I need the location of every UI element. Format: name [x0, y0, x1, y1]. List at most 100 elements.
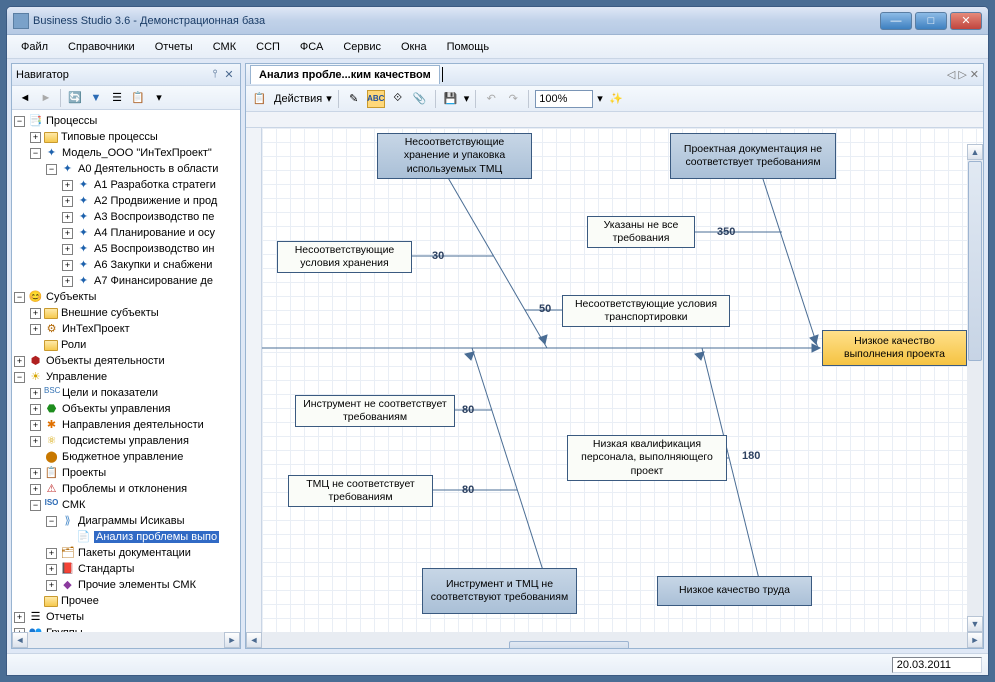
abc-icon[interactable]: ABC [367, 90, 385, 108]
nav-close-icon[interactable]: ✕ [222, 68, 236, 81]
tree-goals[interactable]: Цели и показатели [62, 387, 158, 399]
edit-icon[interactable]: ✎ [345, 90, 363, 108]
diagram-sub2[interactable]: Указаны не все требования [587, 216, 695, 248]
tree-a7[interactable]: А7 Финансирование де [94, 275, 213, 287]
tree-problems[interactable]: Проблемы и отклонения [62, 483, 187, 495]
content-panel: Анализ пробле...ким качеством ◁▷✕ 📋Дейст… [245, 63, 984, 649]
tree-a3[interactable]: А3 Воспроизводство пе [94, 211, 214, 223]
tab-prev-icon[interactable]: ◁ [947, 68, 955, 81]
canvas-vscroll[interactable]: ▲▼ [967, 144, 983, 632]
tree-a5[interactable]: А5 Воспроизводство ин [94, 243, 215, 255]
maximize-button[interactable]: □ [915, 12, 947, 30]
ruler-horizontal [246, 112, 983, 128]
tree-processes[interactable]: Процессы [46, 115, 97, 127]
nav-fwd-icon[interactable]: ► [37, 89, 55, 107]
save-dd-icon[interactable]: ▾ [464, 92, 470, 105]
diagram-sub5[interactable]: ТМЦ не соответствует требованиям [288, 475, 433, 507]
pin-icon[interactable]: ⫯ [208, 68, 222, 81]
weight-80b: 80 [462, 484, 474, 496]
tree-a1[interactable]: А1 Разработка стратеги [94, 179, 216, 191]
nav-back-icon[interactable]: ◄ [16, 89, 34, 107]
tree-typical[interactable]: Типовые процессы [61, 131, 158, 143]
status-date: 20.03.2011 [892, 657, 982, 673]
navigator-title: Навигатор [16, 69, 208, 81]
nav-hscroll[interactable]: ◄► [12, 632, 240, 648]
app-icon [13, 13, 29, 29]
tree-intex[interactable]: ИнТехПроект [62, 323, 130, 335]
save-icon[interactable]: 💾 [442, 90, 460, 108]
tree-a2[interactable]: А2 Продвижение и прод [94, 195, 217, 207]
tree-ext[interactable]: Внешние субъекты [61, 307, 159, 319]
tree-roles[interactable]: Роли [61, 339, 86, 351]
nav-refresh-icon[interactable]: 🔄 [66, 89, 84, 107]
tree-misc[interactable]: Прочее [61, 595, 99, 607]
diagram-cat4[interactable]: Низкое качество труда [657, 576, 812, 606]
window-title: Business Studio 3.6 - Демонстрационная б… [33, 15, 880, 27]
tree-a4[interactable]: А4 Планирование и осу [94, 227, 215, 239]
tree-a6[interactable]: А6 Закупки и снабжени [94, 259, 212, 271]
attach-icon: 📎 [411, 90, 429, 108]
diagram-sub4[interactable]: Инструмент не соответствует требованиям [295, 395, 455, 427]
highlight-icon[interactable]: ⟐ [389, 90, 407, 108]
tree-ishikawa[interactable]: Диаграммы Исикавы [78, 515, 185, 527]
menu-windows[interactable]: Окна [393, 38, 435, 56]
tree-objman[interactable]: Объекты управления [62, 403, 170, 415]
menu-smk[interactable]: СМК [205, 38, 244, 56]
content-toolbar: 📋Действия▾ ✎ ABC ⟐ 📎 💾▾ ↶ ↷ ▾ ✨ [246, 86, 983, 112]
weight-50: 50 [539, 303, 551, 315]
tab-close-icon[interactable]: ✕ [970, 68, 979, 81]
tree-subsys[interactable]: Подсистемы управления [62, 435, 189, 447]
status-bar: 20.03.2011 [7, 653, 988, 675]
tree-model[interactable]: Модель_ООО "ИнТехПроект" [62, 147, 212, 159]
tree-standards[interactable]: Стандарты [78, 563, 134, 575]
diagram-sub6[interactable]: Низкая квалификация персонала, выполняющ… [567, 435, 727, 481]
menu-reports[interactable]: Отчеты [147, 38, 201, 56]
tree-directions[interactable]: Направления деятельности [62, 419, 204, 431]
actions-dd-icon[interactable]: ▾ [326, 92, 332, 105]
tree-manage[interactable]: Управление [46, 371, 107, 383]
tree-budget[interactable]: Бюджетное управление [62, 451, 183, 463]
titlebar[interactable]: Business Studio 3.6 - Демонстрационная б… [7, 7, 988, 35]
actions-menu[interactable]: Действия [274, 93, 322, 105]
tree-reports[interactable]: Отчеты [46, 611, 84, 623]
diagram-sub1[interactable]: Несоответствующие условия хранения [277, 241, 412, 273]
menu-dict[interactable]: Справочники [60, 38, 143, 56]
redo-icon: ↷ [504, 90, 522, 108]
menubar: Файл Справочники Отчеты СМК ССП ФСА Серв… [7, 35, 988, 59]
navigator-panel: Навигатор ⫯ ✕ ◄ ► 🔄 ▼ ☰ 📋 ▾ −📑Процессы +… [11, 63, 241, 649]
fit-icon[interactable]: ✨ [607, 90, 625, 108]
diagram-cat1[interactable]: Несоответствующие хранение и упаковка ис… [377, 133, 532, 179]
zoom-input[interactable] [535, 90, 593, 108]
tree-analysis[interactable]: Анализ проблемы выпо [94, 531, 219, 543]
filter-icon[interactable]: ▼ [87, 89, 105, 107]
tab-next-icon[interactable]: ▷ [958, 68, 966, 81]
diagram-sub3[interactable]: Несоответствующие условия транспортировк… [562, 295, 730, 327]
weight-30: 30 [432, 250, 444, 262]
tree-smk[interactable]: СМК [62, 499, 85, 511]
tree-docs[interactable]: Пакеты документации [78, 547, 191, 559]
tree-subjects[interactable]: Субъекты [46, 291, 96, 303]
props-icon[interactable]: ☰ [108, 89, 126, 107]
menu-fsa[interactable]: ФСА [292, 38, 331, 56]
canvas-hscroll[interactable]: ◄► [246, 632, 983, 648]
diagram-result[interactable]: Низкое качество выполнения проекта [822, 330, 967, 366]
report-icon[interactable]: 📋 [129, 89, 147, 107]
menu-file[interactable]: Файл [13, 38, 56, 56]
menu-help[interactable]: Помощь [439, 38, 498, 56]
tree[interactable]: −📑Процессы +Типовые процессы −✦Модель_ОО… [12, 110, 240, 632]
tree-other[interactable]: Прочие элементы СМК [78, 579, 196, 591]
dd-icon[interactable]: ▾ [150, 89, 168, 107]
tree-projects[interactable]: Проекты [62, 467, 106, 479]
zoom-dd-icon[interactable]: ▾ [597, 92, 603, 105]
undo-icon: ↶ [482, 90, 500, 108]
close-button[interactable]: ✕ [950, 12, 982, 30]
tree-a0[interactable]: А0 Деятельность в области [78, 163, 218, 175]
diagram-cat3[interactable]: Инструмент и ТМЦ не соответствуют требов… [422, 568, 577, 614]
document-tab[interactable]: Анализ пробле...ким качеством [250, 65, 440, 84]
diagram-cat2[interactable]: Проектная документация не соответствует … [670, 133, 836, 179]
menu-service[interactable]: Сервис [335, 38, 389, 56]
tree-objects[interactable]: Объекты деятельности [46, 355, 165, 367]
menu-ssp[interactable]: ССП [248, 38, 288, 56]
diagram-canvas[interactable]: Несоответствующие хранение и упаковка ис… [262, 128, 983, 632]
minimize-button[interactable]: — [880, 12, 912, 30]
